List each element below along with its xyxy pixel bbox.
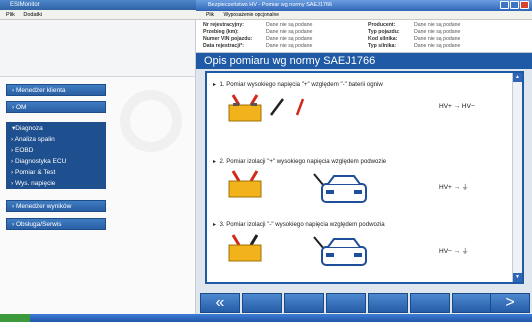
toolbar-slot-5[interactable] (410, 293, 450, 313)
step-2-formula: HV+ → ⏚ (439, 184, 469, 191)
sidebar-header-area (0, 20, 195, 77)
window-menu-wyposazenie[interactable]: Wyposażenie opcjonalne (223, 12, 279, 18)
window-titlebar: Bezpieczeństwo HV - Pomiar wg normy SAEJ… (196, 0, 532, 11)
info-label: Kod silnika: (368, 36, 398, 42)
window-menubar: Plik Wyposażenie opcjonalne (196, 11, 532, 20)
toolbar-slot-4[interactable] (368, 293, 408, 313)
menu-dodatki[interactable]: Dodatki (23, 12, 42, 18)
next-icon: > (505, 294, 515, 311)
toolbar-slot-3[interactable] (326, 293, 366, 313)
watermark-logo (120, 90, 182, 152)
left-app-menubar: Plik Dodatki (0, 10, 196, 20)
battery-icon (228, 170, 262, 198)
nav-menedzer-klienta[interactable]: › Menedżer klienta (6, 84, 106, 96)
car-front-icon (313, 173, 367, 203)
os-taskbar (0, 314, 532, 322)
nav-diagnoza-submenu: › Analiza spalin › EOBD › Diagnostyka EC… (6, 134, 106, 189)
scroll-down-arrow-icon[interactable]: ▼ (513, 273, 522, 282)
nav-menedzer-wynikow[interactable]: › Menedżer wyników (6, 200, 106, 212)
next-button[interactable]: > (490, 293, 530, 313)
info-value: Dane nie są podane (414, 43, 461, 49)
close-button[interactable] (520, 1, 529, 9)
nav-item-analiza-spalin[interactable]: › Analiza spalin (6, 134, 106, 145)
info-value: Dane nie są podane (266, 29, 313, 35)
left-sidebar: › Menedżer klienta › OM ▾Diagnoza › Anal… (0, 20, 196, 314)
step-1-label: ▸ 1. Pomiar wysokiego napięcia "+" wzglę… (213, 81, 383, 88)
window-title: Bezpieczeństwo HV - Pomiar wg normy SAEJ… (208, 2, 333, 8)
step-3-label: ▸ 3. Pomiar izolacji "-" wysokiego napię… (213, 221, 385, 228)
vehicle-info-panel: Nr rejestracyjny: Dane nie są podane Prz… (196, 20, 532, 53)
toolbar-slot-6[interactable] (452, 293, 492, 313)
info-label: Data rejestracji*: (203, 43, 244, 49)
nav-item-diagnostyka-ecu[interactable]: › Diagnostyka ECU (6, 156, 106, 167)
battery-icon (228, 234, 262, 262)
menu-plik[interactable]: Plik (6, 12, 15, 18)
maximize-button[interactable] (510, 1, 519, 9)
toolbar-slot-1[interactable] (242, 293, 282, 313)
nav-item-pomiar-test[interactable]: › Pomiar & Test (6, 167, 106, 178)
nav-item-eobd[interactable]: › EOBD (6, 145, 106, 156)
info-label: Numer VIN pojazdu: (203, 36, 253, 42)
step-2-label: ▸ 2. Pomiar izolacji "+" wysokiego napię… (213, 158, 387, 165)
info-value: Dane nie są podane (266, 36, 313, 42)
info-value: Dane nie są podane (414, 22, 461, 28)
back-icon: « (215, 294, 225, 311)
vertical-scrollbar[interactable]: ▲ ▼ (512, 73, 522, 282)
nav-om[interactable]: › OM (6, 101, 106, 113)
back-button[interactable]: « (200, 293, 240, 313)
info-label: Producent: (368, 22, 396, 28)
toolbar-slot-2[interactable] (284, 293, 324, 313)
page-title: Opis pomiaru wg normy SAEJ1766 (204, 55, 376, 67)
left-app-titlebar: ESIMonitor (0, 0, 196, 10)
info-label: Typ silnika: (368, 43, 397, 49)
info-value: Dane nie są podane (414, 29, 461, 35)
left-app-title: ESIMonitor (10, 2, 40, 8)
instructions-panel: ▸ 1. Pomiar wysokiego napięcia "+" wzglę… (205, 71, 524, 284)
car-front-icon (313, 236, 367, 266)
start-button[interactable] (0, 314, 30, 322)
step-3-formula: HV− → ⏚ (439, 248, 469, 255)
footer-toolbar: « > (196, 289, 532, 314)
window-menu-plik[interactable]: Plik (206, 12, 214, 18)
nav-item-wys-napiecie[interactable]: › Wys. napięcie (6, 178, 106, 189)
info-label: Typ pojazdu: (368, 29, 400, 35)
minimize-button[interactable] (500, 1, 509, 9)
step-1-formula: HV+ → HV− (439, 103, 475, 110)
info-value: Dane nie są podane (266, 43, 313, 49)
info-value: Dane nie są podane (266, 22, 313, 28)
scroll-up-arrow-icon[interactable]: ▲ (513, 73, 522, 82)
info-label: Nr rejestracyjny: (203, 22, 244, 28)
page-heading: Opis pomiaru wg normy SAEJ1766 (196, 53, 532, 69)
info-value: Dane nie są podane (414, 36, 461, 42)
probe-icon (270, 98, 305, 116)
battery-icon (228, 94, 262, 122)
info-label: Przebieg (km): (203, 29, 239, 35)
nav-obsluga-serwis[interactable]: › Obsługa/Serwis (6, 218, 106, 230)
